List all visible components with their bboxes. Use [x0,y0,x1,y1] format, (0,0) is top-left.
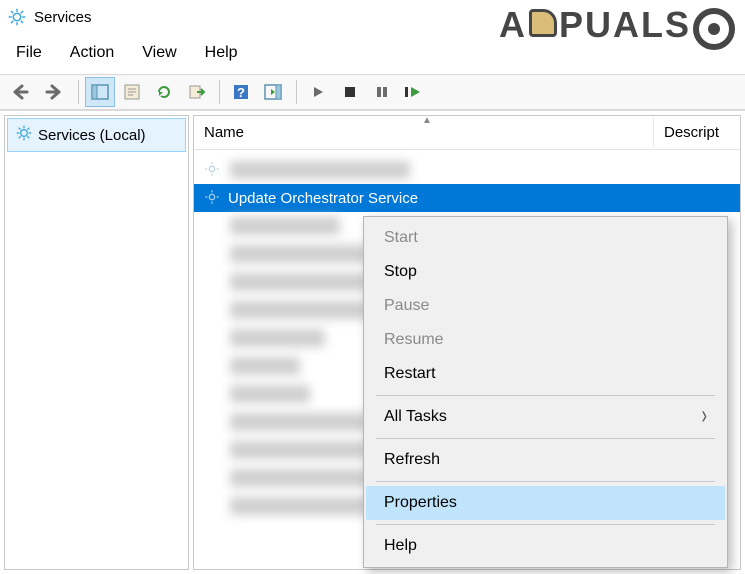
service-name: Update Orchestrator Service [228,190,418,207]
sort-indicator-icon: ▲ [422,115,432,126]
services-app-icon [8,8,26,26]
context-menu-separator [376,395,715,396]
context-menu: Start Stop Pause Resume Restart All Task… [363,216,728,568]
menu-file[interactable]: File [16,44,42,62]
menu-label: Refresh [384,451,440,469]
title-bar: Services [0,0,745,34]
context-menu-stop[interactable]: Stop [366,255,725,289]
help-button[interactable]: ? [226,77,256,107]
blurred-text [230,245,370,263]
blurred-text [230,357,300,375]
sidebar-item-label: Services (Local) [38,127,146,144]
context-menu-all-tasks[interactable]: All Tasks [366,400,725,434]
menu-label: Help [384,537,417,555]
menu-action[interactable]: Action [70,44,114,62]
menu-label: Pause [384,297,429,315]
toolbar-separator [296,80,297,104]
blurred-text [230,413,370,431]
gear-icon [204,189,222,208]
context-menu-help[interactable]: Help [366,529,725,563]
window-title: Services [34,9,92,26]
column-header-description[interactable]: Descript [654,118,740,147]
context-menu-separator [376,524,715,525]
toolbar: ? [0,74,745,110]
blurred-text [230,161,410,179]
properties-button[interactable] [117,77,147,107]
restart-service-button[interactable] [399,77,429,107]
menu-label: Resume [384,331,444,349]
stop-service-button[interactable] [335,77,365,107]
export-list-button[interactable] [181,77,211,107]
show-hide-tree-button[interactable] [85,77,115,107]
forward-button[interactable] [40,77,70,107]
list-item-selected[interactable]: Update Orchestrator Service [194,184,740,212]
menu-label: Start [384,229,418,247]
gear-icon [204,161,222,180]
menu-label: Restart [384,365,436,383]
toolbar-separator [78,80,79,104]
context-menu-restart[interactable]: Restart [366,357,725,391]
context-menu-properties[interactable]: Properties [366,486,725,520]
context-menu-separator [376,438,715,439]
pause-service-button[interactable] [367,77,397,107]
context-menu-start: Start [366,221,725,255]
start-service-button[interactable] [303,77,333,107]
blurred-text [230,441,380,459]
menu-label: Stop [384,263,417,281]
svg-text:?: ? [237,85,245,100]
menu-view[interactable]: View [142,44,176,62]
context-menu-pause: Pause [366,289,725,323]
toolbar-separator [219,80,220,104]
column-headers: ▲ Name Descript [194,116,740,150]
show-hide-action-pane-button[interactable] [258,77,288,107]
sidebar: Services (Local) [4,115,189,570]
context-menu-separator [376,481,715,482]
blurred-text [230,329,325,347]
context-menu-refresh[interactable]: Refresh [366,443,725,477]
blurred-text [230,217,340,235]
blurred-text [230,385,310,403]
refresh-button[interactable] [149,77,179,107]
menu-label: All Tasks [384,408,447,426]
list-item[interactable] [194,156,740,184]
blurred-text [230,273,380,291]
back-button[interactable] [8,77,38,107]
menu-bar: File Action View Help [0,34,745,74]
gear-icon [16,125,32,145]
sidebar-item-services-local[interactable]: Services (Local) [7,118,186,152]
menu-label: Properties [384,494,457,512]
menu-help[interactable]: Help [205,44,238,62]
context-menu-resume: Resume [366,323,725,357]
